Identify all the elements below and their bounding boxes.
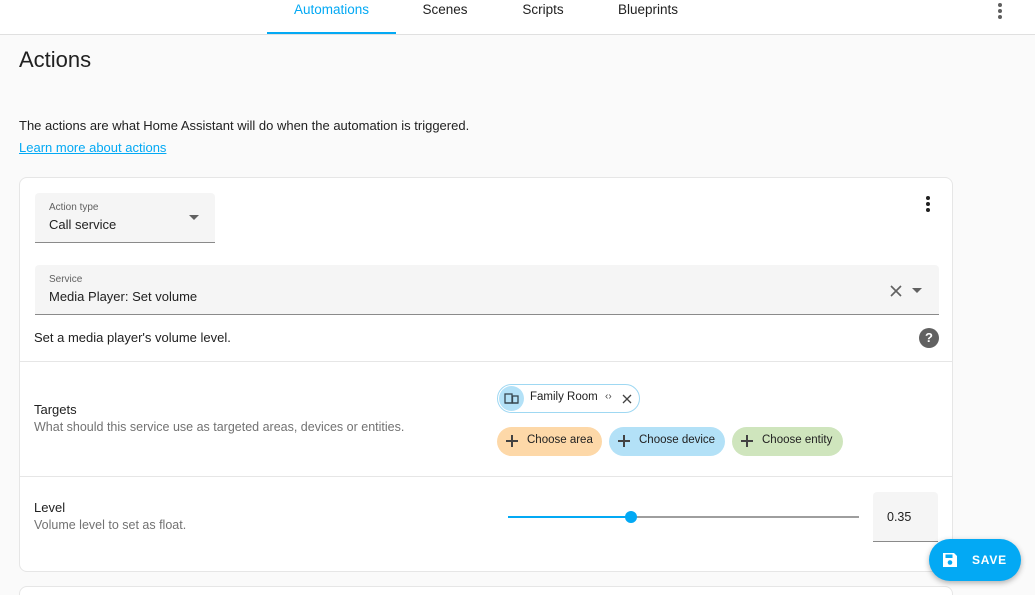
level-number-field[interactable] [873, 492, 938, 542]
targets-title: Targets [34, 402, 77, 417]
service-label: Service [49, 274, 83, 285]
choose-device-button[interactable]: Choose device [609, 427, 725, 456]
choose-area-button[interactable]: Choose area [497, 427, 602, 456]
action-type-select[interactable]: Action type Call service [35, 193, 215, 243]
service-value: Media Player: Set volume [49, 289, 198, 304]
tab-automations[interactable]: Automations [267, 0, 396, 35]
level-description: Volume level to set as float. [34, 518, 187, 532]
chevron-down-icon [189, 215, 199, 220]
level-slider[interactable] [508, 511, 859, 523]
action-type-label: Action type [49, 202, 99, 213]
plus-icon [617, 434, 631, 448]
service-description: Set a media player's volume level. [34, 330, 231, 345]
plus-icon [505, 434, 519, 448]
level-title: Level [34, 500, 66, 515]
save-button[interactable]: SAVE [929, 539, 1021, 581]
learn-more-link[interactable]: Learn more about actions [19, 140, 166, 155]
devices-icon [499, 386, 524, 411]
remove-target-icon[interactable] [622, 394, 632, 404]
tab-scenes[interactable]: Scenes [396, 0, 494, 35]
next-action-card [19, 586, 953, 595]
choose-entity-button[interactable]: Choose entity [732, 427, 843, 456]
top-app-bar: Automations Scenes Scripts Blueprints [0, 0, 1035, 35]
expand-code-icon[interactable]: ‹› [605, 391, 612, 402]
chevron-down-icon[interactable] [912, 288, 922, 293]
divider [20, 476, 952, 477]
target-chip-family-room: Family Room ‹› [497, 384, 640, 413]
divider [20, 361, 952, 362]
save-label: SAVE [972, 553, 1007, 567]
level-input[interactable] [873, 492, 938, 541]
tab-scripts[interactable]: Scripts [494, 0, 592, 35]
floppy-disk-icon [943, 553, 957, 567]
choose-area-label: Choose area [527, 434, 593, 446]
page-title: Actions [19, 47, 92, 72]
choose-entity-label: Choose entity [762, 434, 833, 446]
overflow-menu-icon[interactable] [990, 2, 1010, 20]
clear-icon[interactable] [888, 283, 904, 299]
action-type-value: Call service [49, 217, 117, 232]
targets-description: What should this service use as targeted… [34, 420, 405, 434]
active-tab-indicator [267, 32, 396, 34]
slider-thumb[interactable] [624, 511, 637, 523]
intro-text: The actions are what Home Assistant will… [19, 118, 470, 133]
tab-blueprints[interactable]: Blueprints [592, 0, 704, 35]
action-card: Action type Call service Service Media P… [19, 177, 953, 572]
choose-device-label: Choose device [639, 434, 716, 446]
help-icon[interactable]: ? [919, 328, 939, 348]
action-menu-icon[interactable] [922, 195, 934, 213]
service-select[interactable]: Service Media Player: Set volume [35, 265, 939, 315]
slider-fill [508, 516, 631, 518]
plus-icon [740, 434, 754, 448]
target-chip-label: Family Room [530, 391, 598, 403]
